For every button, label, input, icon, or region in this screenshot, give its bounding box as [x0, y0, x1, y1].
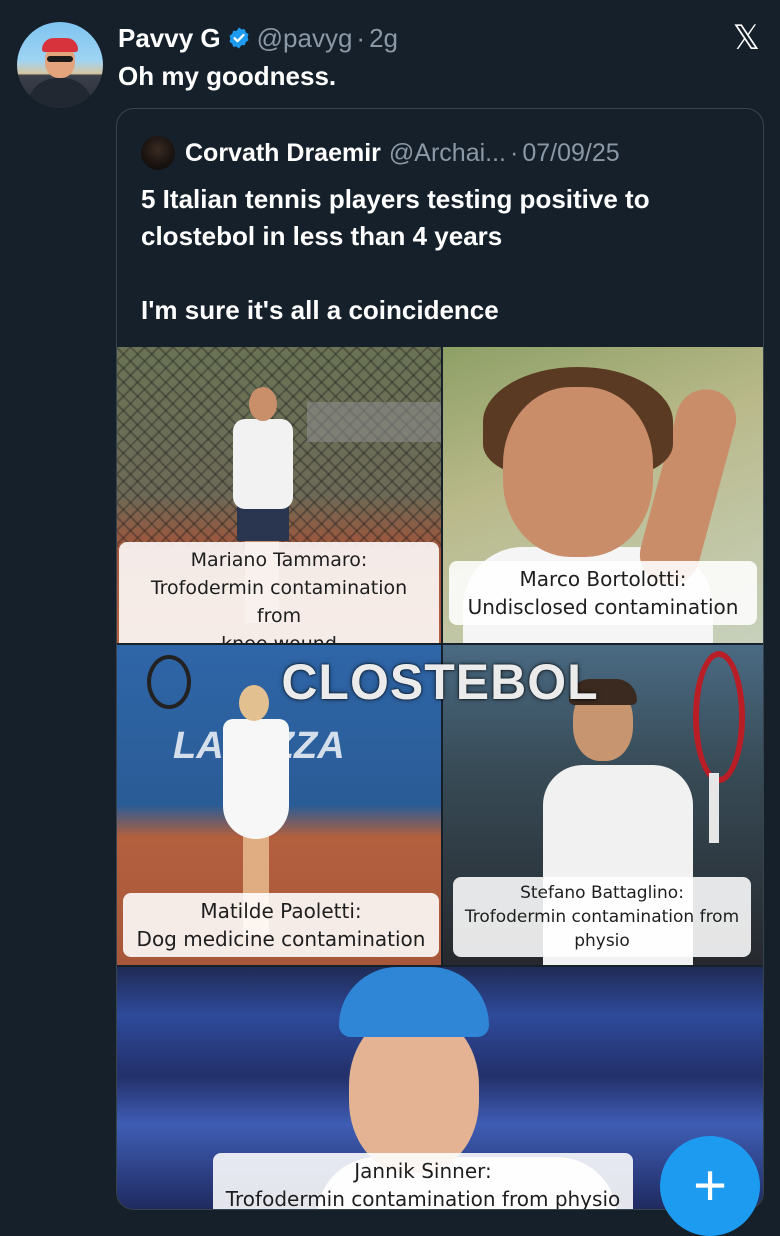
quoted-author-name: Corvath Draemir: [185, 138, 381, 167]
player-face: [349, 1013, 479, 1173]
player-cap: [339, 967, 489, 1037]
avatar-sunglasses: [47, 56, 73, 62]
quoted-author-handle: @Archai...: [388, 138, 506, 167]
x-logo-icon[interactable]: 𝕏: [733, 18, 760, 58]
tweet-text: Oh my goodness.: [118, 61, 337, 91]
author-name[interactable]: Pavvy G: [118, 23, 221, 54]
plus-icon: +: [693, 1153, 727, 1218]
separator-dot: ·: [356, 22, 366, 53]
quoted-text-line: 5 Italian tennis players testing positiv…: [141, 184, 650, 214]
quoted-separator-dot: ·: [509, 138, 519, 167]
quoted-tweet-text: 5 Italian tennis players testing positiv…: [141, 181, 741, 329]
caption-paoletti: Matilde Paoletti: Dog medicine contamina…: [123, 893, 439, 957]
caption-sinner: Jannik Sinner: Trofodermin contamination…: [213, 1153, 633, 1209]
author-handle[interactable]: @pavyg: [257, 23, 353, 54]
quoted-text-gap: [141, 255, 741, 292]
quoted-date: 07/09/25: [522, 138, 620, 167]
tweet-time[interactable]: 2g: [369, 23, 398, 54]
tweet-author-row: Pavvy G @pavyg · 2g: [118, 20, 398, 56]
user-avatar[interactable]: [17, 22, 103, 108]
quoted-image[interactable]: Mariano Tammaro: Trofodermin contaminati…: [117, 347, 763, 1209]
caption-bortolotti: Marco Bortolotti: Undisclosed contaminat…: [449, 561, 757, 625]
quoted-author-avatar[interactable]: [141, 136, 175, 170]
quoted-author-row: Corvath Draemir @Archai... · 07/09/25: [141, 135, 620, 171]
caption-battaglino: Stefano Battaglino: Trofodermin contamin…: [453, 877, 751, 957]
quoted-tweet-card[interactable]: Corvath Draemir @Archai... · 07/09/25 5 …: [116, 108, 764, 1210]
avatar-cap: [42, 38, 78, 52]
quoted-text-line: clostebol in less than 4 years: [141, 221, 503, 251]
compose-button[interactable]: +: [660, 1136, 760, 1236]
image-title: CLOSTEBOL: [281, 654, 599, 710]
court-banner: [307, 402, 441, 442]
verified-badge-icon: [229, 27, 249, 49]
racket-handle: [709, 773, 719, 843]
player-face: [503, 387, 653, 557]
quoted-text-line: I'm sure it's all a coincidence: [141, 295, 499, 325]
image-panel-tammaro: Mariano Tammaro: Trofodermin contaminati…: [117, 347, 441, 643]
image-panel-bortolotti: Marco Bortolotti: Undisclosed contaminat…: [443, 347, 763, 643]
avatar-shirt: [27, 78, 93, 108]
caption-tammaro: Mariano Tammaro: Trofodermin contaminati…: [119, 542, 439, 643]
